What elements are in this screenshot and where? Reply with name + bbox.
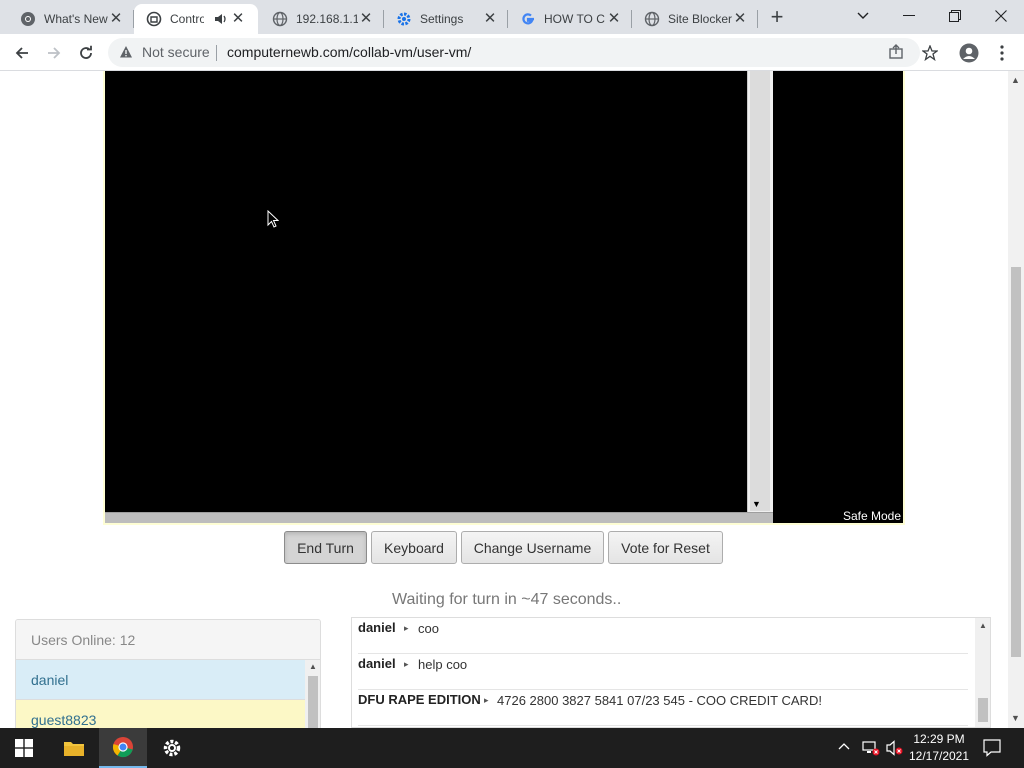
page-content: ▼ Safe Mode End Turn Keyboard Change Use… (0, 71, 1008, 728)
tab-whats-new[interactable]: What's New ✕ (8, 4, 132, 34)
tab-title: What's New (44, 12, 108, 26)
vm-horizontal-scrollbar[interactable] (105, 512, 773, 523)
url-text[interactable]: computernewb.com/collab-vm/user-vm/ (227, 44, 471, 60)
scrollbar-thumb[interactable] (978, 698, 988, 722)
tab-search-chevron-icon[interactable] (840, 0, 886, 32)
close-tab-icon[interactable]: ✕ (482, 11, 498, 27)
reload-icon[interactable] (72, 39, 100, 67)
notification-center-icon[interactable] (983, 739, 1001, 762)
chat-message: daniel ▸ coo (358, 618, 968, 654)
scrollbar-thumb[interactable] (1011, 267, 1021, 657)
vm-inner-scrollbar[interactable]: ▼ (747, 71, 773, 517)
tab-title: HOW TO C (544, 12, 605, 26)
tab-title: Settings (420, 12, 464, 26)
chat-text: coo (418, 621, 439, 636)
scroll-up-arrow-icon[interactable]: ▲ (979, 621, 987, 630)
clock-time: 12:29 PM (913, 732, 965, 746)
tab-separator (757, 10, 758, 28)
users-scrollbar[interactable]: ▲ (305, 660, 320, 728)
chat-text: help coo (418, 657, 468, 672)
chat-message: DFU RAPE EDITION ▸ 4726 2800 3827 5841 0… (358, 690, 968, 726)
back-arrow-icon[interactable] (8, 39, 36, 67)
tab-how-to[interactable]: HOW TO C ✕ (508, 4, 630, 34)
close-tab-icon[interactable]: ✕ (606, 11, 622, 27)
username: daniel (31, 672, 69, 688)
tab-title: 192.168.1.1 (296, 12, 358, 26)
chat-scrollbar[interactable]: ▲ (975, 618, 990, 727)
browser-toolbar: Not secure computernewb.com/collab-vm/us… (0, 34, 1024, 71)
clock-date: 12/17/2021 (908, 749, 970, 763)
turn-status-text: Waiting for turn in ~47 seconds.. (392, 591, 622, 608)
tab-site-blocker[interactable]: Site Blocker ✕ (632, 4, 756, 34)
tab-settings[interactable]: Settings ✕ (384, 4, 506, 34)
safe-mode-label: Safe Mode (842, 509, 901, 523)
chat-panel: daniel ▸ coo daniel ▸ help coo DFU RAPE … (351, 617, 991, 728)
tab-control[interactable]: Control ✕ (134, 4, 258, 34)
chat-username: daniel (358, 620, 396, 635)
forward-arrow-icon[interactable] (40, 39, 68, 67)
restore-button[interactable] (932, 0, 978, 32)
windows-taskbar: 12:29 PM 12/17/2021 (0, 728, 1024, 768)
users-online-header: Users Online: 12 (16, 620, 320, 660)
chat-username: DFU RAPE EDITION (358, 692, 481, 707)
share-icon[interactable] (888, 44, 904, 63)
new-tab-button[interactable]: + (764, 4, 790, 30)
globe-icon (644, 11, 660, 27)
collabvm-icon (146, 11, 162, 27)
vm-screen[interactable]: ▼ Safe Mode (105, 71, 903, 523)
chat-message: daniel ▸ help coo (358, 654, 968, 690)
windows-start-icon[interactable] (0, 728, 48, 768)
settings-taskbar-icon[interactable] (148, 728, 196, 768)
user-list-item[interactable]: guest8823 (16, 700, 305, 728)
scroll-down-arrow-icon[interactable]: ▼ (752, 499, 761, 509)
scroll-down-arrow-icon[interactable]: ▼ (1011, 713, 1020, 723)
keyboard-button[interactable]: Keyboard (371, 531, 457, 564)
address-bar[interactable]: Not secure computernewb.com/collab-vm/us… (108, 38, 920, 67)
menu-kebab-icon[interactable] (988, 39, 1016, 67)
tab-title: Site Blocker (668, 12, 732, 26)
users-online-panel: Users Online: 12 daniel guest8823 ▲ (15, 619, 321, 728)
file-explorer-icon[interactable] (50, 728, 98, 768)
scroll-up-arrow-icon[interactable]: ▲ (1011, 75, 1020, 85)
change-username-button[interactable]: Change Username (461, 531, 604, 564)
security-label[interactable]: Not secure (142, 44, 210, 60)
network-icon[interactable] (862, 740, 880, 761)
tab-title: Control (170, 12, 204, 26)
chat-arrow-icon: ▸ (404, 623, 409, 633)
chat-arrow-icon: ▸ (404, 659, 409, 669)
mouse-cursor-icon (267, 209, 280, 233)
show-hidden-icons-chevron-icon[interactable] (838, 740, 850, 758)
chat-username: daniel (358, 656, 396, 671)
scrollbar-thumb[interactable] (308, 676, 318, 728)
google-icon (520, 11, 536, 27)
omnibox-divider (216, 45, 217, 61)
close-tab-icon[interactable]: ✕ (732, 11, 748, 27)
close-tab-icon[interactable]: ✕ (108, 11, 124, 27)
chrome-taskbar-icon[interactable] (99, 728, 147, 768)
page-scrollbar[interactable]: ▲ ▼ (1008, 71, 1024, 728)
username: guest8823 (31, 712, 97, 728)
tab-strip: What's New ✕ Control ✕ 192.168.1.1 ✕ Set… (0, 0, 1024, 34)
vote-reset-button[interactable]: Vote for Reset (608, 531, 723, 564)
warning-icon[interactable] (119, 45, 133, 62)
end-turn-button[interactable]: End Turn (284, 531, 367, 564)
bookmark-star-icon[interactable] (916, 39, 944, 67)
gear-icon (396, 11, 412, 27)
close-tab-icon[interactable]: ✕ (230, 11, 246, 27)
scroll-up-arrow-icon[interactable]: ▲ (309, 662, 317, 671)
minimize-button[interactable] (886, 0, 932, 32)
speaker-icon[interactable] (214, 11, 230, 27)
tab-router[interactable]: 192.168.1.1 ✕ (260, 4, 382, 34)
close-window-button[interactable] (978, 0, 1024, 32)
taskbar-clock[interactable]: 12:29 PM 12/17/2021 (902, 731, 976, 765)
chat-text: 4726 2800 3827 5841 07/23 545 - COO CRED… (497, 693, 822, 708)
scrollbar-thumb[interactable] (750, 71, 770, 511)
close-tab-icon[interactable]: ✕ (358, 11, 374, 27)
globe-icon (272, 11, 288, 27)
chrome-icon (20, 11, 36, 27)
profile-avatar-icon[interactable] (955, 39, 983, 67)
user-list-item[interactable]: daniel (16, 660, 305, 700)
vm-display-frame: ▼ Safe Mode (103, 71, 905, 525)
chat-arrow-icon: ▸ (484, 695, 489, 705)
